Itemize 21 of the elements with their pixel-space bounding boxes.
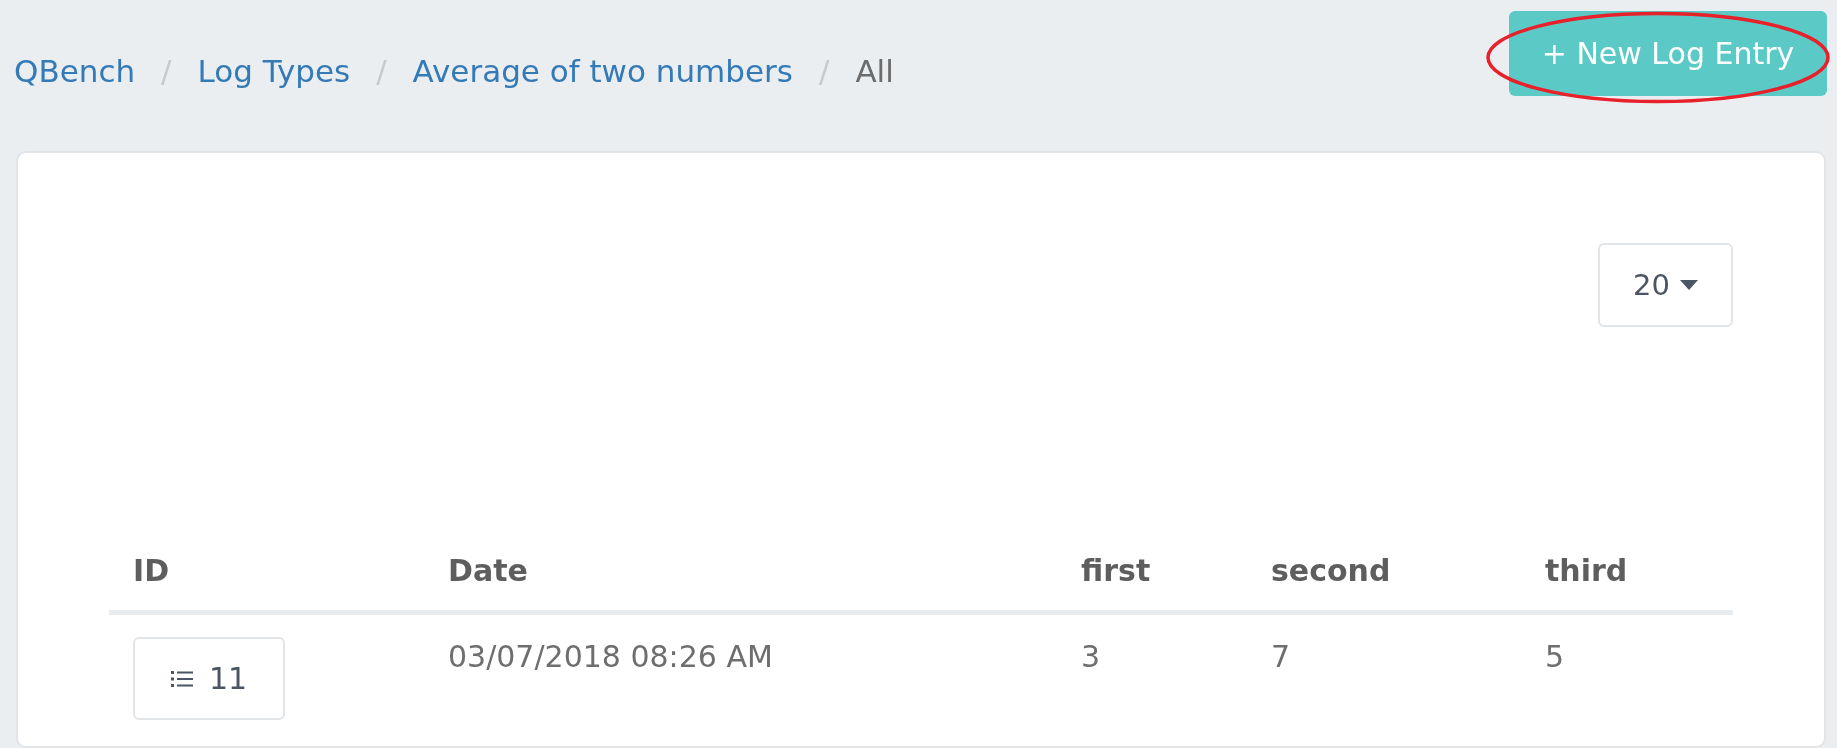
caret-icon [1679, 280, 1698, 290]
table-cell: 7 [1271, 639, 1291, 674]
list-icon [170, 669, 193, 688]
breadcrumb-link[interactable]: Log Types [197, 53, 351, 89]
column-header: ID [109, 553, 424, 613]
breadcrumb-separator: / [376, 53, 387, 89]
entry-id-button[interactable]: 11 [133, 637, 285, 720]
breadcrumb-link[interactable]: QBench [14, 53, 136, 89]
breadcrumb-separator: / [818, 53, 830, 89]
table-cell: 3 [1081, 639, 1101, 674]
column-header: third [1521, 553, 1733, 613]
breadcrumb-link[interactable]: Average of two numbers [412, 53, 793, 89]
column-header: first [1057, 553, 1247, 613]
table-cell: 5 [1545, 639, 1565, 674]
breadcrumb-separator: / [161, 53, 172, 89]
column-header: Date [424, 553, 1057, 613]
new-log-entry-button[interactable]: + New Log Entry [1509, 11, 1827, 96]
page-size-dropdown[interactable]: 20 [1598, 243, 1733, 327]
current-page-label: All [855, 53, 894, 89]
column-header: second [1247, 553, 1521, 613]
table-cell: 03/07/2018 08:26 AM [448, 639, 773, 674]
